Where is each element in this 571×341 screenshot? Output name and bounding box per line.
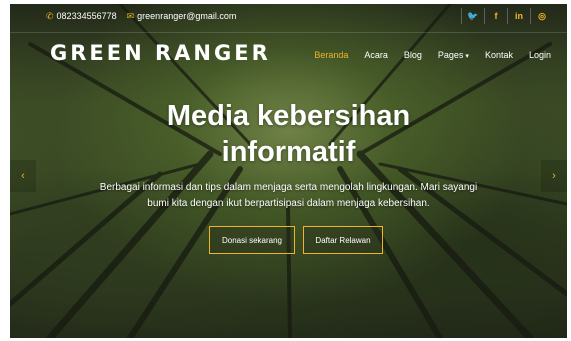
facebook-icon[interactable]: f xyxy=(484,8,507,24)
instagram-icon[interactable]: ◎ xyxy=(530,8,553,24)
chevron-left-icon: ‹ xyxy=(21,170,25,182)
twitter-icon[interactable]: 🐦 xyxy=(461,8,484,24)
phone-number: 082334556778 xyxy=(56,11,117,21)
hero-title: Media kebersihan informatif xyxy=(10,98,567,170)
nav-item-pages-label: Pages xyxy=(437,50,464,60)
email-address: greenranger@gmail.com xyxy=(137,11,237,21)
hero-title-line2: informatif xyxy=(221,136,356,168)
caret-down-icon: ▾ xyxy=(465,53,469,60)
chevron-right-icon: › xyxy=(552,170,556,182)
linkedin-icon[interactable]: in xyxy=(507,8,530,24)
envelope-icon: ✉ xyxy=(126,10,135,21)
social-links: 🐦 f in ◎ xyxy=(461,8,553,24)
volunteer-button[interactable]: Daftar Relawan xyxy=(303,226,383,254)
carousel-prev-button[interactable]: ‹ xyxy=(10,160,36,192)
top-bar: ✆ 082334556778 ✉ greenranger@gmail.com 🐦… xyxy=(10,4,567,28)
contact-info: ✆ 082334556778 ✉ greenranger@gmail.com xyxy=(46,11,246,22)
nav-item-beranda[interactable]: Beranda xyxy=(314,50,348,60)
nav-item-login[interactable]: Login xyxy=(529,50,551,60)
phone-icon: ✆ xyxy=(46,10,54,21)
site-logo[interactable]: GREEN RANGER xyxy=(50,41,271,65)
hero-subtitle: Berbagai informasi dan tips dalam menjag… xyxy=(99,182,478,209)
nav-item-blog[interactable]: Blog xyxy=(404,50,422,60)
carousel-next-button[interactable]: › xyxy=(541,160,567,192)
donate-button[interactable]: Donasi sekarang xyxy=(209,226,295,254)
main-navbar: GREEN RANGER Beranda Acara Blog Pages ▾ K… xyxy=(10,32,567,71)
nav-item-pages[interactable]: Pages ▾ xyxy=(438,50,469,60)
phone-contact[interactable]: ✆ 082334556778 xyxy=(46,11,117,22)
hero-title-line1: Media kebersihan xyxy=(166,100,411,132)
nav-item-acara[interactable]: Acara xyxy=(364,50,388,60)
email-contact[interactable]: ✉ greenranger@gmail.com xyxy=(127,11,237,22)
nav-menu: Beranda Acara Blog Pages ▾ Kontak Login xyxy=(298,50,551,60)
nav-item-kontak[interactable]: Kontak xyxy=(485,50,513,60)
hero-section: ✆ 082334556778 ✉ greenranger@gmail.com 🐦… xyxy=(10,4,567,338)
